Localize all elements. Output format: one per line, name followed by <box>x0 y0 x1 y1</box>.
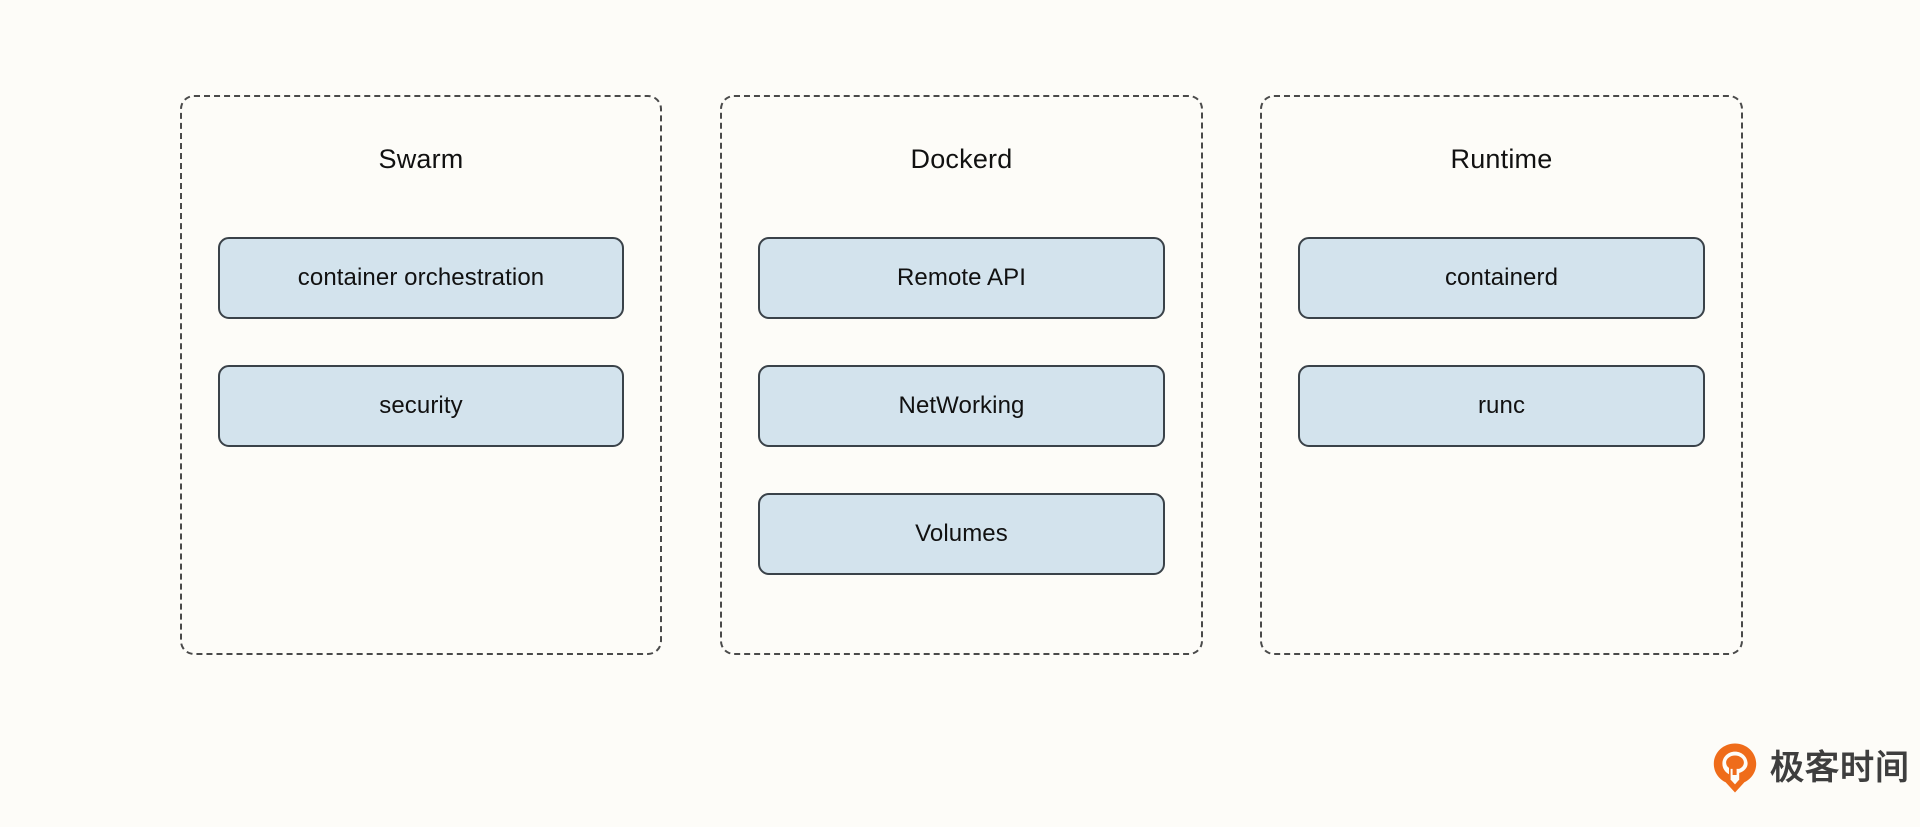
group-title-runtime: Runtime <box>1450 144 1553 174</box>
item-label: security <box>379 392 463 419</box>
item-box-containerd[interactable]: containerd <box>1298 237 1705 319</box>
brand-name: 极客时间 <box>1770 748 1910 788</box>
item-box-security[interactable]: security <box>218 365 624 447</box>
item-box-container-orchestration[interactable]: container orchestration <box>218 237 624 319</box>
group-title-swarm: Swarm <box>378 144 464 174</box>
item-label: NetWorking <box>898 392 1025 419</box>
group-dockerd: Dockerd Remote API NetWorking Volumes <box>720 95 1203 655</box>
geektime-pin-icon <box>1713 743 1757 793</box>
item-box-runc[interactable]: runc <box>1298 365 1705 447</box>
group-swarm: Swarm container orchestration security <box>180 95 662 655</box>
item-box-networking[interactable]: NetWorking <box>758 365 1165 447</box>
group-items-runtime: containerd runc <box>1298 237 1705 493</box>
brand-watermark: 极客时间 <box>1712 742 1910 794</box>
group-runtime: Runtime containerd runc <box>1260 95 1743 655</box>
item-label: Remote API <box>896 264 1027 291</box>
group-items-dockerd: Remote API NetWorking Volumes <box>758 237 1165 621</box>
item-label: container orchestration <box>297 264 545 291</box>
group-title-dockerd: Dockerd <box>910 144 1013 174</box>
item-box-remote-api[interactable]: Remote API <box>758 237 1165 319</box>
item-label: Volumes <box>915 520 1008 547</box>
item-box-volumes[interactable]: Volumes <box>758 493 1165 575</box>
item-label: runc <box>1477 392 1526 419</box>
item-label: containerd <box>1444 264 1559 291</box>
diagram-canvas: Swarm container orchestration security D… <box>0 0 1920 827</box>
group-items-swarm: container orchestration security <box>218 237 624 493</box>
